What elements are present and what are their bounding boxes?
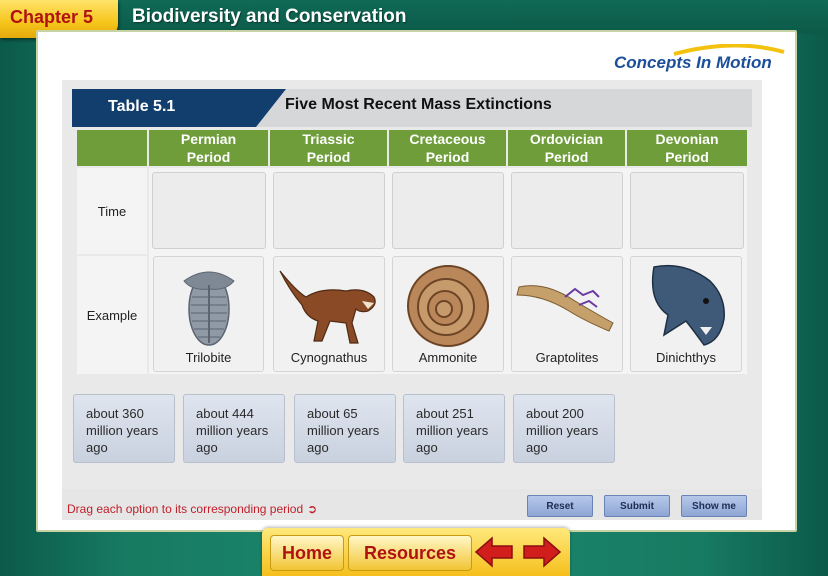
column-header-line2: Period — [306, 149, 351, 165]
show-me-button[interactable]: Show me — [681, 495, 747, 517]
reset-button[interactable]: Reset — [527, 495, 593, 517]
time-drop-cell-triassic[interactable] — [273, 172, 385, 249]
column-header-cretaceous: Cretaceous Period — [389, 130, 506, 166]
logo-text: Concepts In Motion — [614, 53, 772, 72]
column-header-line2: Period — [425, 149, 470, 165]
example-label: Ammonite — [418, 350, 478, 365]
table-title: Five Most Recent Mass Extinctions — [285, 96, 552, 113]
option-about-444[interactable]: about 444 million years ago — [183, 394, 285, 463]
column-header-line1: Ordovician — [529, 131, 604, 147]
instruction-text: Drag each option to its corresponding pe… — [67, 502, 304, 516]
column-header-ordovician: Ordovician Period — [508, 130, 625, 166]
table-corner-header — [77, 130, 147, 166]
curved-arrow-icon: ➲ — [307, 502, 318, 516]
dinichthys-image — [651, 264, 725, 346]
ammonite-image — [407, 265, 489, 347]
example-cell-ammonite: Ammonite — [392, 256, 504, 372]
example-cell-dinichthys: Dinichthys — [630, 256, 742, 372]
option-about-360[interactable]: about 360 million years ago — [73, 394, 175, 463]
chapter-label: Chapter 5 — [10, 7, 94, 27]
option-about-65[interactable]: about 65 million years ago — [294, 394, 396, 463]
example-label: Cynognathus — [290, 350, 368, 365]
column-header-line1: Triassic — [302, 131, 355, 147]
column-header-line2: Period — [544, 149, 589, 165]
column-header-triassic: Triassic Period — [270, 130, 387, 166]
column-header-line2: Period — [186, 149, 231, 165]
instruction-text-wrap: Drag each option to its corresponding pe… — [67, 502, 317, 516]
column-header-line1: Devonian — [655, 131, 719, 147]
row-label-time: Time — [77, 168, 147, 254]
option-about-200[interactable]: about 200 million years ago — [513, 394, 615, 463]
next-arrow-icon[interactable] — [522, 536, 562, 568]
table-label: Table 5.1 — [108, 98, 176, 115]
column-header-line2: Period — [665, 149, 709, 165]
time-drop-cell-permian[interactable] — [152, 172, 266, 249]
time-drop-cell-devonian[interactable] — [630, 172, 744, 249]
submit-button[interactable]: Submit — [604, 495, 670, 517]
example-label: Graptolites — [535, 350, 599, 365]
option-about-251[interactable]: about 251 million years ago — [403, 394, 505, 463]
example-cell-graptolites: Graptolites — [511, 256, 623, 372]
column-header-line1: Cretaceous — [409, 131, 486, 147]
resources-button[interactable]: Resources — [348, 535, 472, 571]
example-cell-cynognathus: Cynognathus — [273, 256, 385, 372]
row-label-example: Example — [77, 256, 147, 374]
example-label: Trilobite — [185, 350, 232, 365]
trilobite-image — [182, 271, 235, 346]
top-bar — [0, 0, 828, 34]
time-drop-cell-cretaceous[interactable] — [392, 172, 504, 249]
home-button[interactable]: Home — [270, 535, 344, 571]
table-label-tab: Table 5.1 — [72, 89, 286, 127]
example-label: Dinichthys — [656, 350, 716, 365]
previous-arrow-icon[interactable] — [474, 536, 514, 568]
graptolites-image — [516, 285, 614, 332]
column-header-line1: Permian — [180, 131, 237, 147]
cynognathus-image — [279, 270, 376, 344]
chapter-title: Biodiversity and Conservation — [132, 6, 407, 27]
time-drop-cell-ordovician[interactable] — [511, 172, 623, 249]
column-header-permian: Permian Period — [149, 130, 268, 166]
example-cell-trilobite: Trilobite — [153, 256, 264, 372]
column-header-devonian: Devonian Period — [627, 130, 747, 166]
concepts-in-motion-logo: Concepts In Motion — [614, 44, 785, 72]
